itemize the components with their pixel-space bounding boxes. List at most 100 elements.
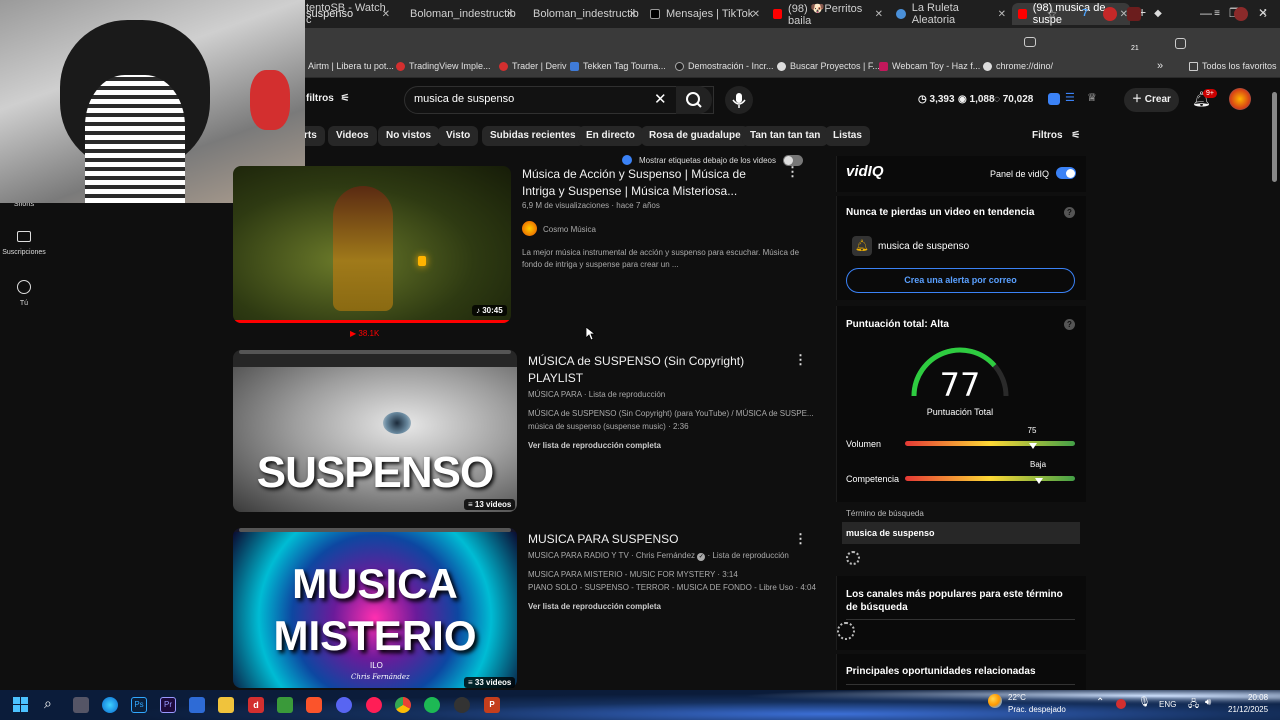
clock-date[interactable]: 21/12/2025 <box>1228 705 1268 714</box>
menu-kebab-icon[interactable]: ⋮ <box>1258 7 1272 21</box>
chip[interactable]: No vistos <box>378 126 440 146</box>
chip[interactable]: Tan tan tan tan <box>742 126 829 146</box>
scrollbar-thumb[interactable] <box>1272 92 1277 182</box>
view-full-playlist-link[interactable]: Ver lista de reproducción completa <box>528 602 661 611</box>
close-icon[interactable]: ✕ <box>506 9 514 20</box>
channel-name[interactable]: Cosmo Música <box>543 225 596 234</box>
playlist-title[interactable]: MUSICA PARA SUSPENSO <box>528 531 768 548</box>
store-icon[interactable] <box>189 697 205 713</box>
minecraft-icon[interactable] <box>277 697 293 713</box>
file-explorer-icon[interactable] <box>218 697 234 713</box>
create-button[interactable]: ＋ Crear <box>1124 88 1179 112</box>
nav-you[interactable]: Tú <box>0 280 48 307</box>
close-icon[interactable]: ✕ <box>998 9 1006 20</box>
brave-icon[interactable] <box>306 697 322 713</box>
puzzle-icon[interactable] <box>1175 38 1186 49</box>
vidiq-trophy-icon[interactable]: ♕ <box>1087 91 1097 104</box>
bookmark[interactable]: Demostración - Incr... <box>675 61 774 71</box>
playlist-item[interactable]: PIANO SOLO - SUSPENSO - TERROR - MUSICA … <box>528 583 816 592</box>
more-options-icon[interactable]: ⋮ <box>794 352 807 368</box>
help-icon[interactable]: ? <box>1064 207 1075 218</box>
task-view-icon[interactable] <box>73 697 89 713</box>
close-icon[interactable]: ✕ <box>382 9 390 20</box>
close-icon[interactable]: ✕ <box>875 9 883 20</box>
nav-subscriptions[interactable]: Suscripciones <box>0 231 48 256</box>
discord-icon[interactable] <box>336 697 352 713</box>
browser-tab[interactable]: Boloman_indestructib ✕ <box>398 3 516 25</box>
obs-icon[interactable] <box>454 697 470 713</box>
more-options-icon[interactable]: ⋮ <box>786 164 799 180</box>
view-full-playlist-link[interactable]: Ver lista de reproducción completa <box>528 441 661 450</box>
bookmark[interactable]: Airtm | Libera tu pot... <box>308 61 394 71</box>
video-thumbnail[interactable] <box>233 166 511 323</box>
weather-desc[interactable]: Prac. despejado <box>1008 705 1066 714</box>
opera-icon[interactable] <box>366 697 382 713</box>
video-title[interactable]: Música de Acción y Suspenso | Música de … <box>522 166 762 200</box>
more-options-icon[interactable]: ⋮ <box>794 531 807 547</box>
bookmark[interactable]: chrome://dino/ <box>983 61 1053 71</box>
chip[interactable]: Rosa de guadalupe <box>641 126 749 146</box>
language-indicator[interactable]: ENG <box>1159 700 1176 709</box>
search-icon[interactable]: ⌕ <box>44 695 52 712</box>
volume-icon[interactable]: 🔊︎ <box>1205 697 1211 708</box>
playlist-thumbnail[interactable]: SUSPENSO <box>233 350 517 512</box>
bookmarks-overflow-icon[interactable]: » <box>1157 60 1163 72</box>
all-bookmarks[interactable]: Todos los favoritos <box>1189 61 1277 71</box>
media-icon[interactable]: ≡ <box>1210 7 1224 21</box>
photoshop-icon[interactable]: Ps <box>131 697 147 713</box>
diamond-icon[interactable]: ◆ <box>1151 7 1165 21</box>
bookmark[interactable]: Buscar Proyectos | F... <box>777 61 880 71</box>
install-app-icon[interactable] <box>1024 37 1036 47</box>
filters-toggle[interactable]: filtros ⚟ <box>306 93 350 104</box>
extension-icon[interactable]: 7 <box>1078 7 1092 21</box>
edge-icon[interactable] <box>102 697 118 713</box>
playlist-item[interactable]: MUSICA PARA MISTERIO - MUSIC FOR MYSTERY… <box>528 570 738 579</box>
close-icon[interactable]: ✕ <box>629 9 637 20</box>
channel-avatar[interactable] <box>522 221 537 236</box>
playlist-thumbnail[interactable]: MUSICA MISTERIO ILO Chris Fernández <box>233 528 517 688</box>
account-avatar[interactable] <box>1229 88 1251 110</box>
chip[interactable]: Subidas recientes <box>482 126 584 146</box>
bookmark[interactable]: TradingView Imple... <box>396 61 491 71</box>
deriv-app-icon[interactable]: d <box>248 697 264 713</box>
scrollbar-track[interactable] <box>1271 84 1278 684</box>
voice-search-button[interactable] <box>725 86 753 114</box>
bookmark[interactable]: Trader | Deriv <box>499 61 567 71</box>
microphone-icon[interactable]: 🎙︎ <box>1138 697 1151 708</box>
playlist-item[interactable]: música de suspenso (suspense music) · 2:… <box>528 422 689 431</box>
playlist-title[interactable]: MÚSICA de SUSPENSO (Sin Copyright) PLAYL… <box>528 353 768 387</box>
vidiq-panel-toggle[interactable] <box>1056 167 1076 179</box>
spotify-icon[interactable] <box>424 697 440 713</box>
weather-temp[interactable]: 22°C <box>1008 693 1026 702</box>
profile-avatar[interactable] <box>1234 7 1248 21</box>
vidiq-extension-icon[interactable] <box>1048 93 1060 105</box>
windows-start-icon[interactable] <box>13 697 29 713</box>
search-button[interactable] <box>676 86 712 114</box>
clear-search-icon[interactable]: ✕ <box>654 90 667 108</box>
extension-icon[interactable] <box>1127 7 1141 21</box>
clock-time[interactable]: 20:08 <box>1248 693 1268 702</box>
star-icon[interactable]: ☆ <box>1045 7 1059 21</box>
help-icon[interactable]: ? <box>1064 319 1075 330</box>
powerpoint-icon[interactable]: P <box>484 697 500 713</box>
bookmark[interactable]: Tekken Tag Tourna... <box>570 61 666 71</box>
network-icon[interactable]: 🖧︎ <box>1188 697 1199 714</box>
browser-tab[interactable]: La Ruleta Aleatoria ✕ <box>890 2 1008 26</box>
url-field[interactable]: suspenso <box>306 8 353 20</box>
tray-app-icon[interactable] <box>1116 699 1126 709</box>
premiere-icon[interactable]: Pr <box>160 697 176 713</box>
chip[interactable]: Videos <box>328 126 377 146</box>
tray-expand-icon[interactable]: ⌃ <box>1096 697 1104 708</box>
chip[interactable]: En directo <box>578 126 643 146</box>
create-alert-button[interactable]: Crea una alerta por correo <box>846 268 1075 293</box>
playlist-item[interactable]: MÚSICA de SUSPENSO (Sin Copyright) (para… <box>528 409 814 418</box>
chip[interactable]: Listas <box>825 126 870 146</box>
chrome-icon[interactable] <box>395 697 411 713</box>
close-icon[interactable]: ✕ <box>752 9 760 20</box>
browser-tab[interactable]: (98) 🐶Perritos baila ✕ <box>767 3 885 27</box>
chip[interactable]: Visto <box>438 126 479 146</box>
extension-icon[interactable] <box>1103 7 1117 21</box>
vidiq-list-icon[interactable]: ☰ <box>1065 91 1075 104</box>
browser-tab[interactable]: Mensajes | TikTok ✕ <box>644 3 762 25</box>
filters-button[interactable]: Filtros ⚟ <box>1032 130 1080 141</box>
